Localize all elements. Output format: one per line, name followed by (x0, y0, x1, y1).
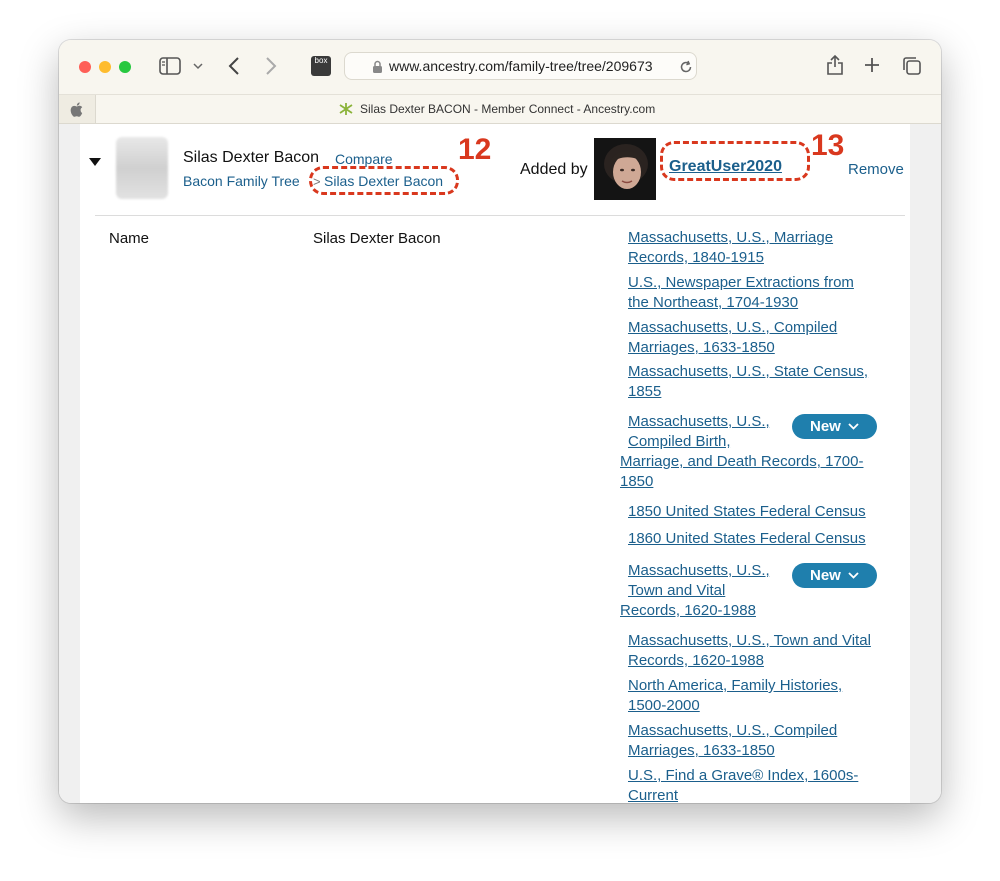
chevron-down-icon (848, 572, 859, 579)
field-value-name: Silas Dexter Bacon (313, 230, 441, 247)
record-line[interactable]: Massachusetts, U.S., Compiled (628, 721, 837, 741)
record-line[interactable]: 1855 (628, 382, 661, 402)
record-line[interactable]: Records, 1620-1988 (628, 651, 764, 671)
record-line[interactable]: Current (628, 786, 678, 803)
close-window-button[interactable] (79, 61, 91, 73)
chevron-down-icon[interactable] (193, 62, 203, 70)
new-tab-icon[interactable] (864, 57, 880, 73)
record-line[interactable]: Massachusetts, U.S., State Census, (628, 362, 868, 382)
minimize-window-button[interactable] (99, 61, 111, 73)
new-badge-button[interactable]: New (792, 563, 877, 588)
record-line[interactable]: Massachusetts, U.S., (628, 412, 770, 432)
lock-icon (373, 60, 382, 73)
back-arrow-icon[interactable] (228, 56, 240, 76)
person-name: Silas Dexter Bacon (183, 149, 320, 166)
forward-arrow-icon[interactable] (265, 56, 277, 76)
remove-link[interactable]: Remove (848, 161, 904, 178)
ancestry-leaf-icon (339, 103, 353, 115)
address-bar[interactable]: www.ancestry.com/family-tree/tree/209673 (344, 52, 697, 80)
url-text: www.ancestry.com/family-tree/tree/209673 (389, 58, 653, 74)
header-divider (95, 215, 905, 216)
box-extension-icon[interactable]: box (311, 56, 331, 76)
record-line[interactable]: Marriages, 1633-1850 (628, 741, 775, 761)
member-connect-panel: Silas Dexter Bacon Compare Bacon Family … (80, 124, 910, 803)
record-line[interactable]: U.S., Newspaper Extractions from (628, 273, 854, 293)
record-line[interactable]: 1500-2000 (628, 696, 700, 716)
tab-title: Silas Dexter BACON - Member Connect - An… (360, 102, 656, 116)
new-badge-button[interactable]: New (792, 414, 877, 439)
annotation-number-12: 12 (458, 133, 492, 166)
chevron-down-icon (848, 423, 859, 430)
record-line[interactable]: Marriages, 1633-1850 (628, 338, 775, 358)
user-avatar[interactable] (594, 138, 656, 200)
browser-toolbar: box www.ancestry.com/family-tree/tree/20… (59, 40, 941, 95)
collapse-triangle-icon[interactable] (89, 158, 101, 167)
tab-overview-icon[interactable] (902, 56, 922, 76)
record-line[interactable]: 1850 (620, 472, 653, 492)
record-line[interactable]: Records, 1620-1988 (620, 601, 756, 621)
share-icon[interactable] (826, 54, 844, 76)
new-badge-label: New (810, 418, 841, 435)
pinned-tab[interactable] (59, 95, 96, 123)
record-line[interactable]: Massachusetts, U.S., (628, 561, 770, 581)
record-line[interactable]: U.S., Find a Grave® Index, 1600s- (628, 766, 858, 786)
record-line[interactable]: 1850 United States Federal Census (628, 502, 866, 522)
tab-bar: Silas Dexter BACON - Member Connect - An… (59, 95, 941, 124)
added-by-label: Added by (520, 161, 588, 178)
record-line[interactable]: Marriage, and Death Records, 1700- (620, 452, 863, 472)
user-avatar-portrait (594, 138, 656, 200)
apple-icon (70, 102, 83, 117)
record-line[interactable]: Massachusetts, U.S., Compiled (628, 318, 837, 338)
record-line[interactable]: Records, 1840-1915 (628, 248, 764, 268)
record-line[interactable]: Compiled Birth, (628, 432, 731, 452)
tree-name-link[interactable]: Bacon Family Tree (183, 173, 300, 189)
record-line[interactable]: Massachusetts, U.S., Town and Vital (628, 631, 871, 651)
annotation-number-13: 13 (811, 129, 845, 162)
page-content: Silas Dexter Bacon Compare Bacon Family … (59, 124, 941, 803)
compare-link[interactable]: Compare (335, 151, 393, 167)
active-tab[interactable]: Silas Dexter BACON - Member Connect - An… (96, 95, 941, 123)
record-line[interactable]: North America, Family Histories, (628, 676, 842, 696)
annotation-box-13 (660, 141, 810, 181)
zoom-window-button[interactable] (119, 61, 131, 73)
record-line[interactable]: Massachusetts, U.S., Marriage (628, 228, 833, 248)
annotation-box-12 (309, 166, 459, 195)
browser-window: box www.ancestry.com/family-tree/tree/20… (59, 40, 941, 803)
reload-icon[interactable] (679, 60, 693, 74)
record-line[interactable]: Town and Vital (628, 581, 725, 601)
field-label-name: Name (109, 230, 150, 247)
new-badge-label: New (810, 567, 841, 584)
record-line[interactable]: the Northeast, 1704-1930 (628, 293, 798, 313)
box-extension-label: box (314, 56, 328, 65)
sidebar-icon[interactable] (159, 57, 181, 75)
record-line[interactable]: 1860 United States Federal Census (628, 529, 866, 549)
person-photo-blurred[interactable] (116, 137, 168, 199)
